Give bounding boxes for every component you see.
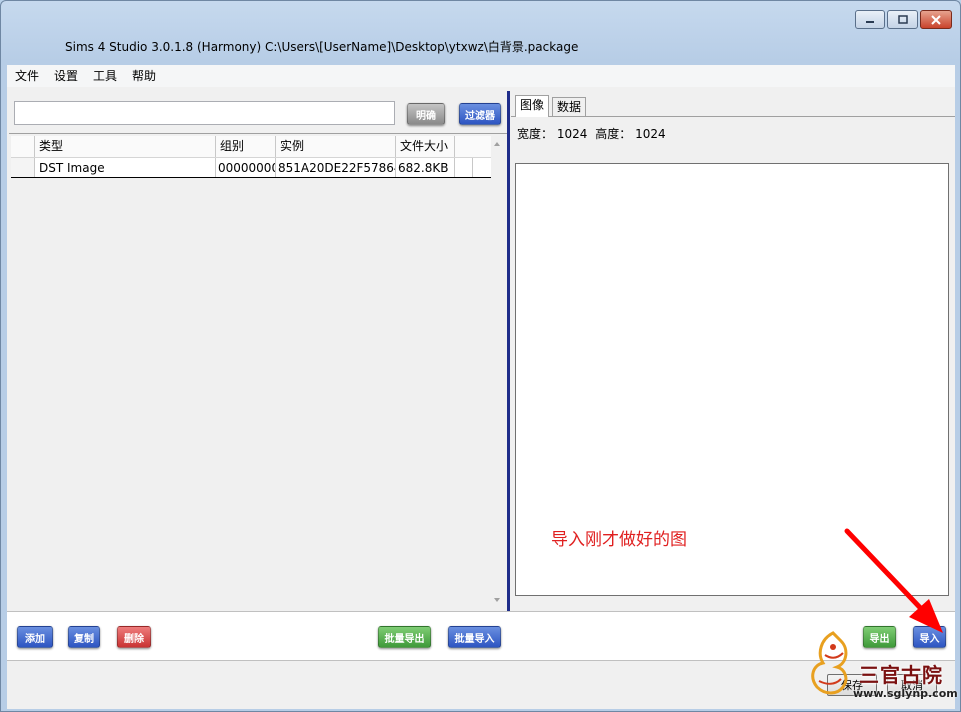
- import-button[interactable]: 导入: [913, 626, 946, 648]
- copy-button[interactable]: 复制: [68, 626, 100, 648]
- cell-type[interactable]: DST Image: [35, 158, 216, 177]
- save-button[interactable]: 保存: [827, 674, 877, 696]
- column-header-instance[interactable]: 实例: [276, 136, 396, 157]
- scroll-down-icon[interactable]: [494, 598, 500, 602]
- column-header-type[interactable]: 类型: [35, 136, 216, 157]
- export-button[interactable]: 导出: [863, 626, 896, 648]
- minimize-button[interactable]: [855, 10, 885, 29]
- column-header-group[interactable]: 组别: [216, 136, 276, 157]
- row-header-corner: [11, 136, 35, 157]
- menu-help[interactable]: 帮助: [124, 65, 163, 87]
- grid-header: 类型 组别 实例 文件大小: [11, 136, 491, 158]
- status-bar: 保存 取消: [7, 662, 955, 709]
- search-input[interactable]: [14, 101, 395, 125]
- close-icon: [931, 14, 941, 25]
- delete-button[interactable]: 删除: [117, 626, 151, 648]
- panel-splitter[interactable]: [507, 91, 510, 611]
- cancel-button[interactable]: 取消: [887, 674, 937, 696]
- table-row[interactable]: DST Image 00000000 851A20DE22F57864 682.…: [11, 158, 491, 178]
- maximize-button[interactable]: [887, 10, 918, 29]
- height-value: 1024: [635, 127, 666, 141]
- client-area: 文件 设置 工具 帮助 明确 过滤器 类型 组别 实例 文件大小 DST Ima…: [7, 65, 955, 709]
- cell-extra[interactable]: [455, 158, 473, 177]
- width-value: 1024: [556, 127, 588, 141]
- column-header-filler: [455, 136, 491, 157]
- height-label: 高度：: [595, 127, 632, 141]
- grid-scrollbar[interactable]: [491, 136, 507, 608]
- cell-instance[interactable]: 851A20DE22F57864: [276, 158, 396, 177]
- filter-button[interactable]: 过滤器: [459, 103, 501, 125]
- menu-file[interactable]: 文件: [7, 65, 46, 87]
- batch-import-button[interactable]: 批量导入: [448, 626, 501, 648]
- menu-tools[interactable]: 工具: [85, 65, 124, 87]
- action-bar: 添加 复制 删除 批量导出 批量导入 导出 导入: [7, 611, 955, 661]
- cell-group[interactable]: 00000000: [216, 158, 276, 177]
- menu-settings[interactable]: 设置: [46, 65, 85, 87]
- cell-size[interactable]: 682.8KB: [396, 158, 455, 177]
- tutorial-annotation: 导入刚才做好的图: [551, 530, 687, 550]
- window-title: Sims 4 Studio 3.0.1.8 (Harmony) C:\Users…: [65, 40, 579, 54]
- row-header[interactable]: [11, 158, 35, 177]
- column-header-size[interactable]: 文件大小: [396, 136, 455, 157]
- close-button[interactable]: [920, 10, 952, 29]
- menu-bar: 文件 设置 工具 帮助: [7, 65, 955, 87]
- resource-list-panel: 明确 过滤器 类型 组别 实例 文件大小 DST Image 00000000 …: [9, 91, 507, 611]
- tab-data[interactable]: 数据: [552, 97, 587, 117]
- maximize-icon: [897, 14, 908, 24]
- batch-export-button[interactable]: 批量导出: [378, 626, 431, 648]
- cell-extra-2[interactable]: [473, 158, 491, 177]
- app-window: Sims 4 Studio 3.0.1.8 (Harmony) C:\Users…: [0, 0, 961, 712]
- resource-grid: 类型 组别 实例 文件大小 DST Image 00000000 851A20D…: [9, 133, 507, 609]
- minimize-icon: [866, 20, 874, 23]
- tab-image[interactable]: 图像: [515, 95, 550, 117]
- image-dimensions: 宽度： 1024 高度： 1024: [517, 125, 666, 142]
- width-label: 宽度：: [517, 127, 554, 141]
- title-bar[interactable]: Sims 4 Studio 3.0.1.8 (Harmony) C:\Users…: [1, 1, 960, 65]
- scroll-up-icon[interactable]: [494, 142, 500, 146]
- add-button[interactable]: 添加: [17, 626, 53, 648]
- clear-button[interactable]: 明确: [407, 103, 445, 125]
